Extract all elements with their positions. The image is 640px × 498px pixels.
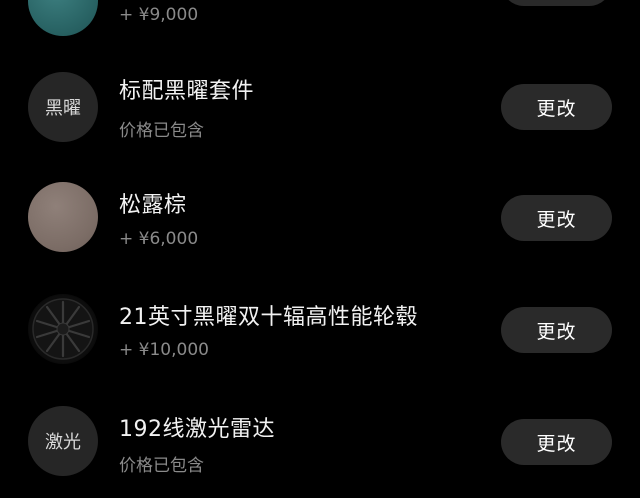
option-name: 标配黑曜套件 [119,79,255,104]
change-button[interactable]: 更改 [501,195,612,241]
option-row-wheels: 21英寸黑曜双十辐高性能轮毂 + ¥10,000 更改 [0,274,640,386]
color-swatch-teal [28,0,98,36]
option-row-black-kit: 黑曜 标配黑曜套件 价格已包含 更改 [0,50,640,162]
option-name: 192线激光雷达 [119,417,275,442]
option-name: 21英寸黑曜双十辐高性能轮毂 [119,305,418,330]
option-price: 价格已包含 [119,456,204,476]
option-name: 松露棕 [119,193,187,218]
option-row-lidar: 激光 192线激光雷达 价格已包含 更改 [0,386,640,498]
thumbnail-label: 激光 [45,432,81,453]
color-swatch-brown [28,182,98,252]
change-button[interactable]: 更改 [501,0,612,6]
option-price: + ¥6,000 [119,229,199,249]
option-row-teal-color: + ¥9,000 更改 [0,0,640,56]
option-price: + ¥9,000 [119,5,199,25]
option-thumbnail: 激光 [28,406,98,476]
wheel-graphic [29,295,97,363]
change-button[interactable]: 更改 [501,307,612,353]
option-price: + ¥10,000 [119,340,209,360]
option-thumbnail: 黑曜 [28,72,98,142]
option-price: 价格已包含 [119,121,204,141]
change-button[interactable]: 更改 [501,419,612,465]
wheel-icon [28,294,98,364]
option-row-truffle-brown: 松露棕 + ¥6,000 更改 [0,162,640,274]
thumbnail-label: 黑曜 [45,98,81,119]
change-button[interactable]: 更改 [501,84,612,130]
